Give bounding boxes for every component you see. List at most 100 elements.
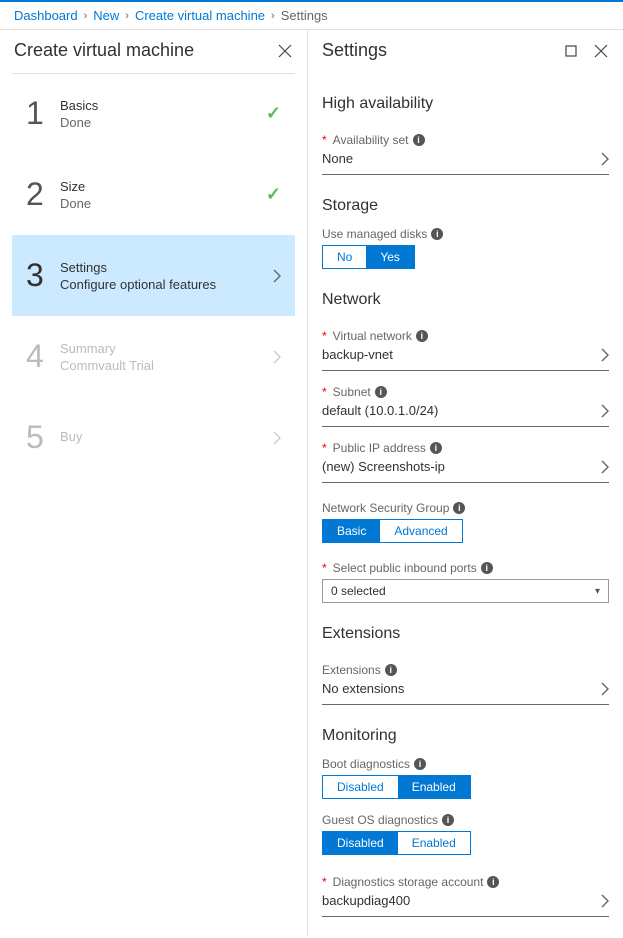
extensions-label: Extensions [322,663,381,677]
section-network: Network [322,269,609,315]
info-icon[interactable]: i [481,562,493,574]
info-icon[interactable]: i [375,386,387,398]
required-indicator: * [322,329,327,343]
step-basics[interactable]: 1 Basics Done ✓ [12,73,295,154]
section-monitoring: Monitoring [322,705,609,751]
virtual-network-picker[interactable]: backup-vnet [322,343,609,364]
required-indicator: * [322,385,327,399]
section-storage: Storage [322,175,609,221]
chevron-right-icon [601,894,609,908]
guest-diag-disabled[interactable]: Disabled [323,832,398,854]
boot-diag-label: Boot diagnostics [322,757,410,771]
info-icon[interactable]: i [385,664,397,676]
step-title: Settings [60,260,273,275]
info-icon[interactable]: i [442,814,454,826]
step-subtitle: Done [60,115,266,130]
right-panel-title: Settings [322,40,387,61]
close-icon[interactable] [277,43,293,59]
info-icon[interactable]: i [487,876,499,888]
chevron-right-icon [601,682,609,696]
boot-diag-enabled[interactable]: Enabled [398,776,470,798]
chevron-right-icon [273,431,281,445]
chevron-right-icon [601,348,609,362]
diag-storage-picker[interactable]: backupdiag400 [322,889,609,910]
required-indicator: * [322,133,327,147]
availability-set-value: None [322,149,353,168]
chevron-right-icon: › [125,10,129,22]
step-number: 5 [26,419,60,456]
availability-set-label: Availability set [333,133,409,147]
boot-diag-disabled[interactable]: Disabled [323,776,398,798]
step-subtitle: Commvault Trial [60,358,273,373]
breadcrumb: Dashboard › New › Create virtual machine… [0,2,623,30]
info-icon[interactable]: i [414,758,426,770]
nsg-advanced[interactable]: Advanced [380,520,461,542]
info-icon[interactable]: i [431,228,443,240]
inbound-ports-value: 0 selected [331,584,386,598]
step-title: Buy [60,429,273,444]
virtual-network-label: Virtual network [333,329,412,343]
step-summary[interactable]: 4 Summary Commvault Trial [12,316,295,397]
info-icon[interactable]: i [430,442,442,454]
chevron-right-icon [601,404,609,418]
step-buy[interactable]: 5 Buy [12,397,295,478]
step-subtitle: Configure optional features [60,277,273,292]
public-ip-value: (new) Screenshots-ip [322,457,445,476]
guest-diag-enabled[interactable]: Enabled [398,832,470,854]
breadcrumb-current: Settings [281,8,328,23]
section-extensions: Extensions [322,603,609,649]
info-icon[interactable]: i [413,134,425,146]
nsg-toggle: Basic Advanced [322,519,463,543]
chevron-down-icon: ▾ [595,586,600,597]
extensions-picker[interactable]: No extensions [322,677,609,698]
right-panel: Settings High availability * Availabilit… [308,30,623,936]
breadcrumb-link-create-vm[interactable]: Create virtual machine [135,8,265,23]
maximize-icon[interactable] [563,43,579,59]
info-icon[interactable]: i [453,502,465,514]
guest-diag-label: Guest OS diagnostics [322,813,438,827]
chevron-right-icon [601,152,609,166]
info-icon[interactable]: i [416,330,428,342]
left-panel-title: Create virtual machine [14,40,194,61]
inbound-ports-label: Select public inbound ports [333,561,477,575]
breadcrumb-link-new[interactable]: New [93,8,119,23]
breadcrumb-link-dashboard[interactable]: Dashboard [14,8,78,23]
left-panel: Create virtual machine 1 Basics Done ✓ 2… [0,30,308,936]
step-number: 3 [26,257,60,294]
step-title: Summary [60,341,273,356]
diag-storage-label: Diagnostics storage account [333,875,484,889]
chevron-right-icon: › [271,10,275,22]
managed-disks-toggle: No Yes [322,245,415,269]
step-subtitle: Done [60,196,266,211]
step-title: Size [60,179,266,194]
step-size[interactable]: 2 Size Done ✓ [12,154,295,235]
checkmark-icon: ✓ [266,184,281,205]
required-indicator: * [322,561,327,575]
subnet-picker[interactable]: default (10.0.1.0/24) [322,399,609,420]
step-number: 2 [26,176,60,213]
chevron-right-icon: › [84,10,88,22]
required-indicator: * [322,441,327,455]
nsg-basic[interactable]: Basic [323,520,380,542]
chevron-right-icon [273,350,281,364]
step-number: 1 [26,95,60,132]
diag-storage-value: backupdiag400 [322,891,410,910]
nsg-label: Network Security Group [322,501,449,515]
subnet-label: Subnet [333,385,371,399]
managed-disks-label: Use managed disks [322,227,427,241]
inbound-ports-select[interactable]: 0 selected ▾ [322,579,609,603]
checkmark-icon: ✓ [266,103,281,124]
public-ip-picker[interactable]: (new) Screenshots-ip [322,455,609,476]
availability-set-picker[interactable]: None [322,147,609,168]
subnet-value: default (10.0.1.0/24) [322,401,438,420]
steps-list: 1 Basics Done ✓ 2 Size Done ✓ 3 Settings [0,73,307,478]
step-settings[interactable]: 3 Settings Configure optional features [12,235,295,316]
boot-diag-toggle: Disabled Enabled [322,775,471,799]
chevron-right-icon [273,269,281,283]
managed-disks-no[interactable]: No [323,246,366,268]
managed-disks-yes[interactable]: Yes [366,246,414,268]
guest-diag-toggle: Disabled Enabled [322,831,471,855]
close-icon[interactable] [593,43,609,59]
step-number: 4 [26,338,60,375]
section-high-availability: High availability [322,73,609,119]
